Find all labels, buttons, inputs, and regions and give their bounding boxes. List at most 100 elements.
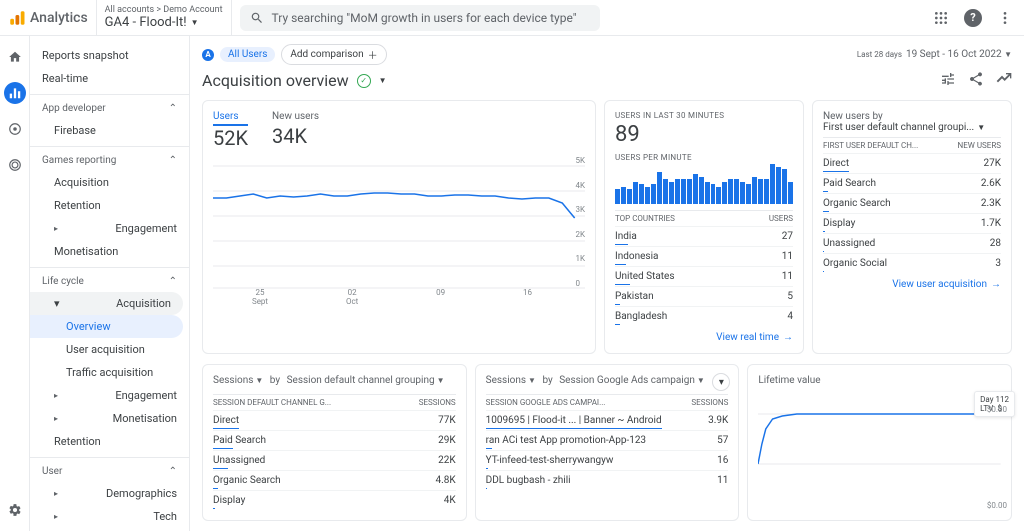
table-row[interactable]: ran ACi test App promotion-App-12357	[486, 430, 729, 450]
table-row[interactable]: Paid Search2.6K	[823, 173, 1001, 193]
metric-picker[interactable]: Sessions▼	[213, 375, 263, 386]
search-placeholder: Try searching "MoM growth in users for e…	[272, 11, 577, 25]
nav-games-ret[interactable]: Retention	[30, 194, 189, 217]
metric-users[interactable]: Users 52K	[213, 111, 248, 150]
segment-badge-icon: A	[202, 49, 214, 61]
caret-down-icon: ▼	[191, 18, 199, 27]
nav-life-mon[interactable]: Monetisation	[30, 407, 189, 430]
nav-section-life[interactable]: Life cycle⌃	[30, 267, 189, 292]
table-row[interactable]: DDL bugbash - zhili11	[486, 470, 729, 490]
rail-reports[interactable]	[4, 82, 26, 104]
arrow-right-icon: →	[783, 332, 793, 343]
more-icon[interactable]	[994, 7, 1016, 29]
search-icon	[250, 11, 264, 25]
nav-reports-snapshot[interactable]: Reports snapshot	[30, 44, 189, 67]
chevron-up-icon: ⌃	[169, 103, 177, 114]
help-icon[interactable]: ?	[964, 9, 982, 27]
metric-picker[interactable]: Sessions▼	[486, 375, 536, 386]
table-row[interactable]: Bangladesh4	[615, 306, 793, 326]
app-logo[interactable]: Analytics	[8, 9, 88, 27]
chevron-up-icon: ⌃	[169, 155, 177, 166]
nav-section-appdev[interactable]: App developer⌃	[30, 94, 189, 119]
table-row[interactable]: Unassigned28	[823, 233, 1001, 253]
plus-icon: ＋	[368, 47, 378, 62]
caret-down-icon: ▼	[1004, 50, 1012, 59]
nav-user-tech[interactable]: Tech	[30, 505, 189, 528]
card-users-trend: Users 52K New users 34K 5K4	[202, 100, 596, 354]
dimension-picker[interactable]: Session Google Ads campaign▼	[559, 375, 705, 386]
nav-life-trafficacq[interactable]: Traffic acquisition	[30, 361, 189, 384]
icon-rail	[0, 36, 30, 531]
segment-all-users[interactable]: All Users	[220, 47, 275, 62]
users-per-minute-chart	[615, 164, 793, 204]
nav-sidebar: Reports snapshot Real-time App developer…	[30, 36, 190, 531]
rail-explore[interactable]	[4, 118, 26, 140]
table-row[interactable]: Paid Search29K	[213, 430, 456, 450]
nav-section-games[interactable]: Games reporting⌃	[30, 146, 189, 171]
nav-user-demo[interactable]: Demographics	[30, 482, 189, 505]
table-row[interactable]: Pakistan5	[615, 286, 793, 306]
chevron-up-icon: ⌃	[169, 276, 177, 287]
rail-advertising[interactable]	[4, 154, 26, 176]
share-icon[interactable]	[968, 71, 984, 90]
insights-icon[interactable]	[996, 71, 1012, 90]
card-realtime: USERS IN LAST 30 MINUTES 89 USERS PER MI…	[604, 100, 804, 354]
table-row[interactable]: Unassigned22K	[213, 450, 456, 470]
nav-firebase[interactable]: Firebase	[30, 119, 189, 142]
card-ltv: Lifetime value Day 112 LTV $ $0.00$0.00	[747, 364, 1012, 521]
nav-games-acq[interactable]: Acquisition	[30, 171, 189, 194]
table-row[interactable]: Direct77K	[213, 410, 456, 430]
apps-icon[interactable]	[930, 7, 952, 29]
table-row[interactable]: Organic Search2.3K	[823, 193, 1001, 213]
account-path: All accounts > Demo Account	[105, 5, 223, 15]
analytics-icon	[8, 9, 26, 27]
realtime-users-value: 89	[615, 122, 793, 147]
dimension-picker[interactable]: First user default channel groupi...▼	[823, 122, 1001, 133]
arrow-right-icon: →	[991, 279, 1001, 290]
table-row[interactable]: Indonesia11	[615, 246, 793, 266]
dimension-picker[interactable]: Session default channel grouping▼	[287, 375, 445, 386]
nav-life-overview[interactable]: Overview	[30, 315, 183, 338]
property-picker[interactable]: All accounts > Demo Account GA4 - Flood-…	[96, 0, 232, 35]
table-row[interactable]: Organic Search4.8K	[213, 470, 456, 490]
table-row[interactable]: United States11	[615, 266, 793, 286]
nav-life-useracq[interactable]: User acquisition	[30, 338, 189, 361]
view-user-acquisition-link[interactable]: View user acquisition→	[823, 273, 1001, 290]
view-realtime-link[interactable]: View real time→	[615, 326, 793, 343]
card-new-users-by: New users by First user default channel …	[812, 100, 1012, 354]
caret-down-icon: ▼	[977, 123, 985, 132]
nav-life-ret[interactable]: Retention	[30, 430, 189, 453]
date-preset-label: Last 28 days	[857, 50, 902, 59]
caret-down-icon[interactable]: ▼	[379, 76, 387, 85]
table-row[interactable]: YT-infeed-test-sherrywangyw16	[486, 450, 729, 470]
table-row[interactable]: 1009695 | Flood-it ... | Banner ~ Androi…	[486, 410, 729, 430]
check-circle-icon[interactable]: ✓	[357, 74, 371, 88]
chevron-up-icon: ⌃	[169, 466, 177, 477]
date-range-picker[interactable]: 19 Sept - 16 Oct 2022 ▼	[906, 49, 1012, 60]
page-title: Acquisition overview	[202, 71, 349, 90]
nav-section-user[interactable]: User⌃	[30, 457, 189, 482]
app-name: Analytics	[30, 10, 88, 26]
filter-button[interactable]: ▾	[712, 373, 730, 391]
card-sessions-channel: Sessions▼ by Session default channel gro…	[202, 364, 467, 521]
customize-icon[interactable]	[940, 71, 956, 90]
nav-realtime[interactable]: Real-time	[30, 67, 189, 90]
rail-admin[interactable]	[4, 499, 26, 521]
rail-home[interactable]	[4, 46, 26, 68]
main-content: A All Users Add comparison＋ Last 28 days…	[190, 36, 1024, 531]
table-row[interactable]: Display4K	[213, 490, 456, 510]
nav-life-eng[interactable]: Engagement	[30, 384, 189, 407]
search-input[interactable]: Try searching "MoM growth in users for e…	[240, 5, 600, 31]
add-comparison-button[interactable]: Add comparison＋	[281, 44, 386, 65]
nav-life-acq[interactable]: ▾ Acquisition	[30, 292, 183, 315]
table-row[interactable]: Organic Social3	[823, 253, 1001, 273]
card-sessions-ads: ▾ Sessions▼ by Session Google Ads campai…	[475, 364, 740, 521]
ltv-line-chart	[758, 394, 1001, 474]
table-row[interactable]: India27	[615, 226, 793, 246]
property-name: GA4 - Flood-It!	[105, 15, 187, 30]
table-row[interactable]: Display1.7K	[823, 213, 1001, 233]
nav-games-eng[interactable]: Engagement	[30, 217, 189, 240]
nav-games-mon[interactable]: Monetisation	[30, 240, 189, 263]
metric-new-users[interactable]: New users 34K	[272, 111, 319, 150]
table-row[interactable]: Direct27K	[823, 153, 1001, 173]
